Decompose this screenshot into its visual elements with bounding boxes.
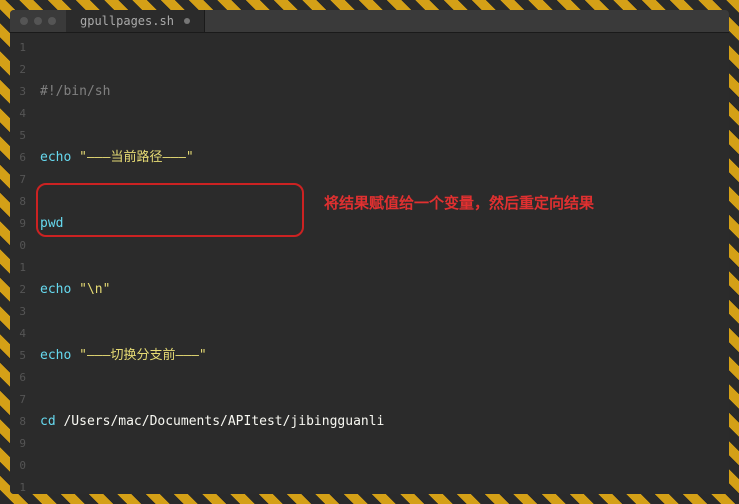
- editor-body[interactable]: 1 2 3 4 5 6 7 8 9 0 1 2 3 4 5 6 7 8 9 0 …: [10, 33, 729, 494]
- lineno: 1: [14, 477, 26, 494]
- code-line: echo "———切换分支前———": [40, 345, 721, 367]
- tab-filename: gpullpages.sh: [80, 14, 174, 28]
- file-tab[interactable]: gpullpages.sh: [66, 10, 205, 32]
- lineno: 1: [14, 37, 26, 59]
- lineno: 4: [14, 103, 26, 125]
- code-line: pwd: [40, 213, 721, 235]
- lineno: 6: [14, 147, 26, 169]
- modified-dot-icon: [184, 18, 190, 24]
- code-area[interactable]: #!/bin/sh echo "———当前路径———" pwd echo "\n…: [32, 33, 729, 494]
- lineno: 9: [14, 433, 26, 455]
- lineno: 7: [14, 389, 26, 411]
- code-line: cd /Users/mac/Documents/APItest/jibinggu…: [40, 411, 721, 433]
- editor-window: gpullpages.sh 1 2 3 4 5 6 7 8 9 0 1 2 3 …: [10, 10, 729, 494]
- annotation-text: 将结果赋值给一个变量，然后重定向结果: [324, 193, 594, 215]
- tab-bar: gpullpages.sh: [10, 10, 729, 33]
- window-controls: [10, 17, 66, 25]
- code-line: #!/bin/sh: [40, 81, 721, 103]
- lineno: 6: [14, 367, 26, 389]
- code-line: echo "\n": [40, 279, 721, 301]
- lineno: 8: [14, 411, 26, 433]
- maximize-icon[interactable]: [48, 17, 56, 25]
- minimize-icon[interactable]: [34, 17, 42, 25]
- lineno: 2: [14, 279, 26, 301]
- lineno: 1: [14, 257, 26, 279]
- code-line: echo "———当前路径———": [40, 147, 721, 169]
- lineno: 4: [14, 323, 26, 345]
- lineno: 3: [14, 301, 26, 323]
- code-line: [40, 477, 721, 494]
- shebang: #!/bin/sh: [40, 84, 110, 99]
- lineno: 3: [14, 81, 26, 103]
- lineno: 8: [14, 191, 26, 213]
- lineno: 0: [14, 455, 26, 477]
- close-icon[interactable]: [20, 17, 28, 25]
- line-gutter: 1 2 3 4 5 6 7 8 9 0 1 2 3 4 5 6 7 8 9 0 …: [10, 33, 32, 494]
- lineno: 5: [14, 125, 26, 147]
- lineno: 7: [14, 169, 26, 191]
- lineno: 5: [14, 345, 26, 367]
- lineno: 2: [14, 59, 26, 81]
- lineno: 0: [14, 235, 26, 257]
- lineno: 9: [14, 213, 26, 235]
